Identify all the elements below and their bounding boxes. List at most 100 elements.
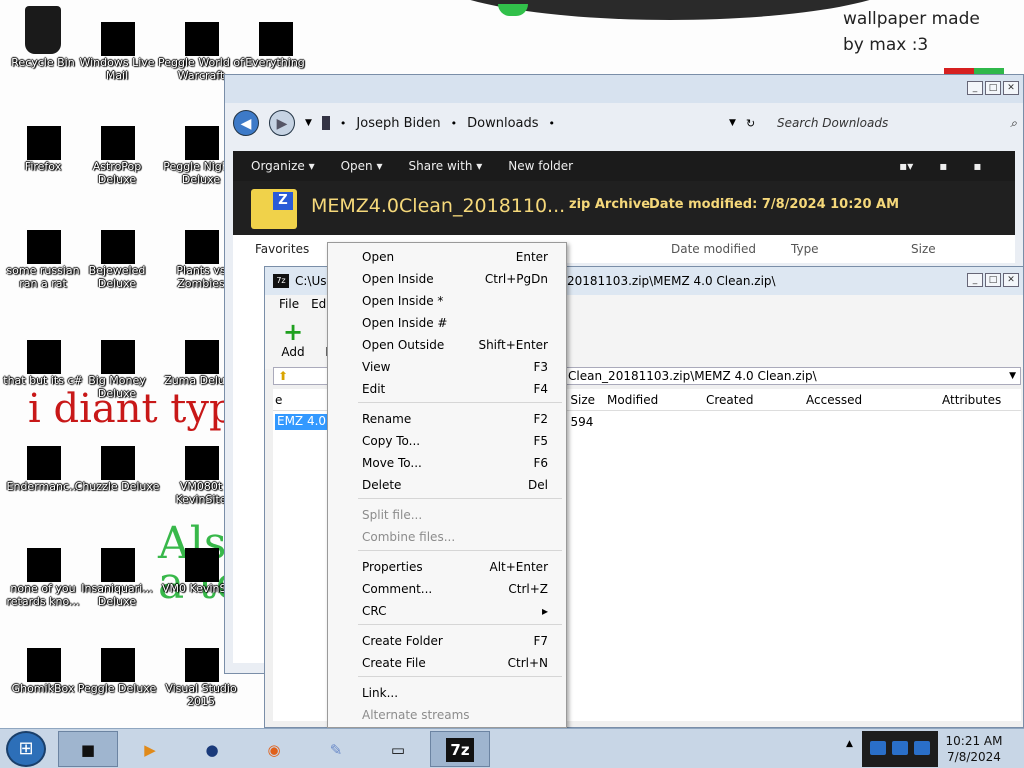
menu-item-label: Properties xyxy=(362,560,423,574)
zuma-icon xyxy=(177,324,225,374)
menu-item-label: Split file... xyxy=(362,508,423,522)
7zip-close-button[interactable]: ✕ xyxy=(1003,273,1019,287)
taskbar-button[interactable]: ✎ xyxy=(306,731,366,767)
desktop-icon[interactable]: AstroPop Deluxe xyxy=(74,104,160,204)
menu-edit[interactable]: Ed xyxy=(311,295,326,313)
taskbar-button[interactable]: 7z xyxy=(430,731,490,767)
menu-item-shortcut: Alt+Enter xyxy=(489,560,548,574)
menu-item-shortcut: F7 xyxy=(533,634,548,648)
chevron-down-icon[interactable]: ▼ xyxy=(1009,368,1016,384)
show-hidden-icons-button[interactable]: ▲ xyxy=(846,739,853,749)
monitor-icon: ▭ xyxy=(390,741,406,759)
censor-box xyxy=(27,340,61,374)
view-options-icon[interactable]: ▪▾ xyxy=(899,159,913,173)
peggle-icon xyxy=(177,6,225,56)
ghomikbox-icon xyxy=(19,632,67,682)
refresh-icon[interactable]: ↻ xyxy=(746,117,755,130)
taskbar-button[interactable]: ▶ xyxy=(120,731,180,767)
close-button[interactable]: ✕ xyxy=(1003,81,1019,95)
minimize-button[interactable]: _ xyxy=(967,81,983,95)
search-input[interactable]: Search Downloads ⌕ xyxy=(777,116,1017,131)
back-button[interactable]: ◀ xyxy=(233,110,259,136)
menu-item-shortcut: Ctrl+Z xyxy=(508,582,548,596)
menu-item-open-inside[interactable]: Open Inside Ctrl+PgDn xyxy=(330,269,564,289)
menu-item-delete[interactable]: Delete Del xyxy=(330,475,564,495)
up-folder-icon[interactable]: ⬆ xyxy=(278,368,288,384)
menu-item-open[interactable]: Open Enter xyxy=(330,247,564,267)
help-icon[interactable]: ▪ xyxy=(973,159,981,173)
tray-icon[interactable] xyxy=(870,741,886,755)
forward-button[interactable]: ▶ xyxy=(269,110,295,136)
desktop-icon[interactable]: Windows Live Mail xyxy=(74,0,160,100)
menu-item-link[interactable]: Link... xyxy=(330,683,564,703)
preview-pane-icon[interactable]: ▪ xyxy=(939,159,947,173)
details-file-name: MEMZ4.0Clean_2018110... xyxy=(311,195,566,217)
menu-item-label: Edit xyxy=(362,382,386,396)
menu-item-open-inside[interactable]: Open Inside * xyxy=(330,291,564,311)
menu-item-comment[interactable]: Comment... Ctrl+Z xyxy=(330,579,564,599)
organize-button[interactable]: Organize ▾ xyxy=(251,159,315,173)
recycle-bin-icon xyxy=(25,6,61,54)
menu-item-edit[interactable]: Edit F4 xyxy=(330,379,564,399)
menu-item-create-file[interactable]: Create File Ctrl+N xyxy=(330,653,564,673)
open-button[interactable]: Open ▾ xyxy=(341,159,383,173)
column-accessed[interactable]: Accessed xyxy=(806,393,862,407)
menu-item-move-to[interactable]: Move To... F6 xyxy=(330,453,564,473)
new-folder-button[interactable]: New folder xyxy=(508,159,573,173)
7zip-maximize-button[interactable]: □ xyxy=(985,273,1001,287)
censor-box xyxy=(185,648,219,682)
column-created[interactable]: Created xyxy=(706,393,754,407)
tray-icon[interactable] xyxy=(914,741,930,755)
menu-item-view[interactable]: View F3 xyxy=(330,357,564,377)
menu-item-shortcut: F2 xyxy=(533,412,548,426)
desktop-icon[interactable]: Chuzzle Deluxe xyxy=(74,424,160,524)
7zip-title-tail: 20181103.zip\MEMZ 4.0 Clean.zip\ xyxy=(567,274,776,288)
column-date-modified[interactable]: Date modified xyxy=(671,242,756,256)
taskbar-button[interactable]: ▭ xyxy=(368,731,428,767)
clock-time: 10:21 AM xyxy=(945,734,1003,748)
breadcrumb-downloads[interactable]: Downloads xyxy=(467,116,538,131)
menu-item-create-folder[interactable]: Create Folder F7 xyxy=(330,631,564,651)
7zip-minimize-button[interactable]: _ xyxy=(967,273,983,287)
menu-item-label: Comment... xyxy=(362,582,433,596)
menu-item-combine-files: Combine files... xyxy=(330,527,564,547)
menu-item-properties[interactable]: Properties Alt+Enter xyxy=(330,557,564,577)
menu-item-shortcut: Ctrl+N xyxy=(507,656,548,670)
menu-item-label: Open Inside * xyxy=(362,294,444,308)
menu-item-crc[interactable]: CRC ▸ xyxy=(330,601,564,621)
taskbar-button[interactable]: ◉ xyxy=(244,731,304,767)
breadcrumb-user[interactable]: Joseph Biden xyxy=(356,116,440,131)
column-size[interactable]: Size xyxy=(911,242,936,256)
menu-file[interactable]: File xyxy=(279,295,299,313)
address-dropdown[interactable]: ▼ xyxy=(729,118,736,128)
maximize-button[interactable]: □ xyxy=(985,81,1001,95)
menu-item-open-inside[interactable]: Open Inside # xyxy=(330,313,564,333)
taskbar-button[interactable]: ■ xyxy=(58,731,118,767)
taskbar-button[interactable]: ● xyxy=(182,731,242,767)
menu-item-open-outside[interactable]: Open Outside Shift+Enter xyxy=(330,335,564,355)
column-attributes[interactable]: Attributes xyxy=(942,393,1001,407)
recent-pages-dropdown[interactable]: ▼ xyxy=(305,118,312,128)
nav-favorites[interactable]: Favorites xyxy=(255,242,309,256)
start-button[interactable]: ⊞ xyxy=(6,731,46,767)
desktop-icon[interactable]: Peggle Deluxe xyxy=(74,626,160,726)
column-name[interactable]: e xyxy=(275,393,282,407)
column-type[interactable]: Type xyxy=(791,242,819,256)
menu-item-copy-to[interactable]: Copy To... F5 xyxy=(330,431,564,451)
tray-icon[interactable] xyxy=(892,741,908,755)
share-with-button[interactable]: Share with ▾ xyxy=(409,159,483,173)
explorer-window-controls: _ □ ✕ xyxy=(967,81,1019,95)
censor-box xyxy=(27,446,61,480)
column-modified[interactable]: Modified xyxy=(607,393,658,407)
clock[interactable]: 10:21 AM 7/8/2024 xyxy=(942,733,1006,765)
details-file-type: zip Archive xyxy=(569,197,651,212)
desktop-icon[interactable]: Insaniquari... Deluxe xyxy=(74,526,160,626)
desktop-icon-label: Visual Studio 2015 xyxy=(165,682,237,708)
menu-item-rename[interactable]: Rename F2 xyxy=(330,409,564,429)
desktop-icon[interactable]: Bejeweled Deluxe xyxy=(74,208,160,308)
menu-item-label: Create File xyxy=(362,656,426,670)
desktop-icon[interactable]: Big Money Deluxe xyxy=(74,318,160,418)
add-button[interactable]: + Add xyxy=(273,319,313,359)
7zip-app-icon: 7z xyxy=(273,274,289,288)
explorer-titlebar[interactable]: _ □ ✕ xyxy=(225,75,1023,103)
